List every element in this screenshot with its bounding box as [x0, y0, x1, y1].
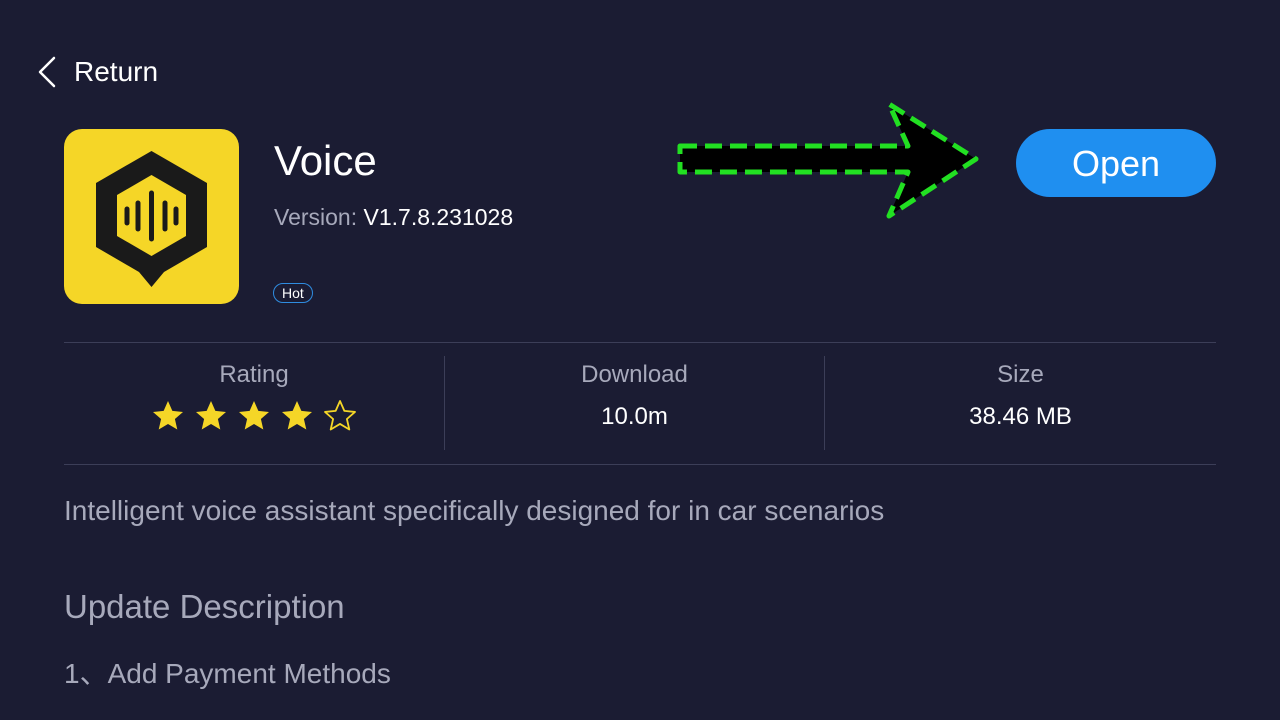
rating-label: Rating: [219, 361, 289, 388]
size-label: Size: [997, 361, 1044, 388]
version-value: V1.7.8.231028: [363, 204, 514, 230]
size-value: 38.46 MB: [969, 403, 1072, 430]
app-description: Intelligent voice assistant specifically…: [64, 495, 885, 526]
divider-bottom: [64, 464, 1216, 465]
download-stat: Download 10.0m: [445, 343, 824, 464]
star-filled-icon: [239, 401, 269, 430]
version-label: Version:: [274, 204, 358, 230]
dashed-arrow-icon: [676, 98, 986, 229]
size-stat: Size 38.46 MB: [825, 343, 1216, 464]
version-row: Version: V1.7.8.231028: [274, 202, 513, 232]
chevron-left-icon: [36, 55, 58, 89]
return-button[interactable]: Return: [36, 52, 158, 92]
voice-app-icon: [64, 129, 239, 304]
download-label: Download: [581, 361, 688, 388]
rating-stat: Rating: [64, 343, 444, 464]
return-label: Return: [74, 56, 159, 87]
hot-badge: Hot: [273, 283, 313, 303]
star-filled-icon: [153, 401, 183, 430]
rating-stars: [64, 398, 444, 434]
app-name: Voice: [274, 137, 377, 184]
update-item: 1、Add Payment Methods: [64, 658, 391, 689]
open-button[interactable]: Open: [1016, 129, 1216, 197]
update-description-title: Update Description: [64, 588, 345, 625]
download-value: 10.0m: [601, 403, 668, 430]
stats-panel: Rating Download 10.0m Size 38.46 MB: [64, 343, 1216, 464]
star-filled-icon: [282, 401, 312, 430]
star-empty-icon: [324, 400, 356, 431]
star-filled-icon: [196, 401, 226, 430]
